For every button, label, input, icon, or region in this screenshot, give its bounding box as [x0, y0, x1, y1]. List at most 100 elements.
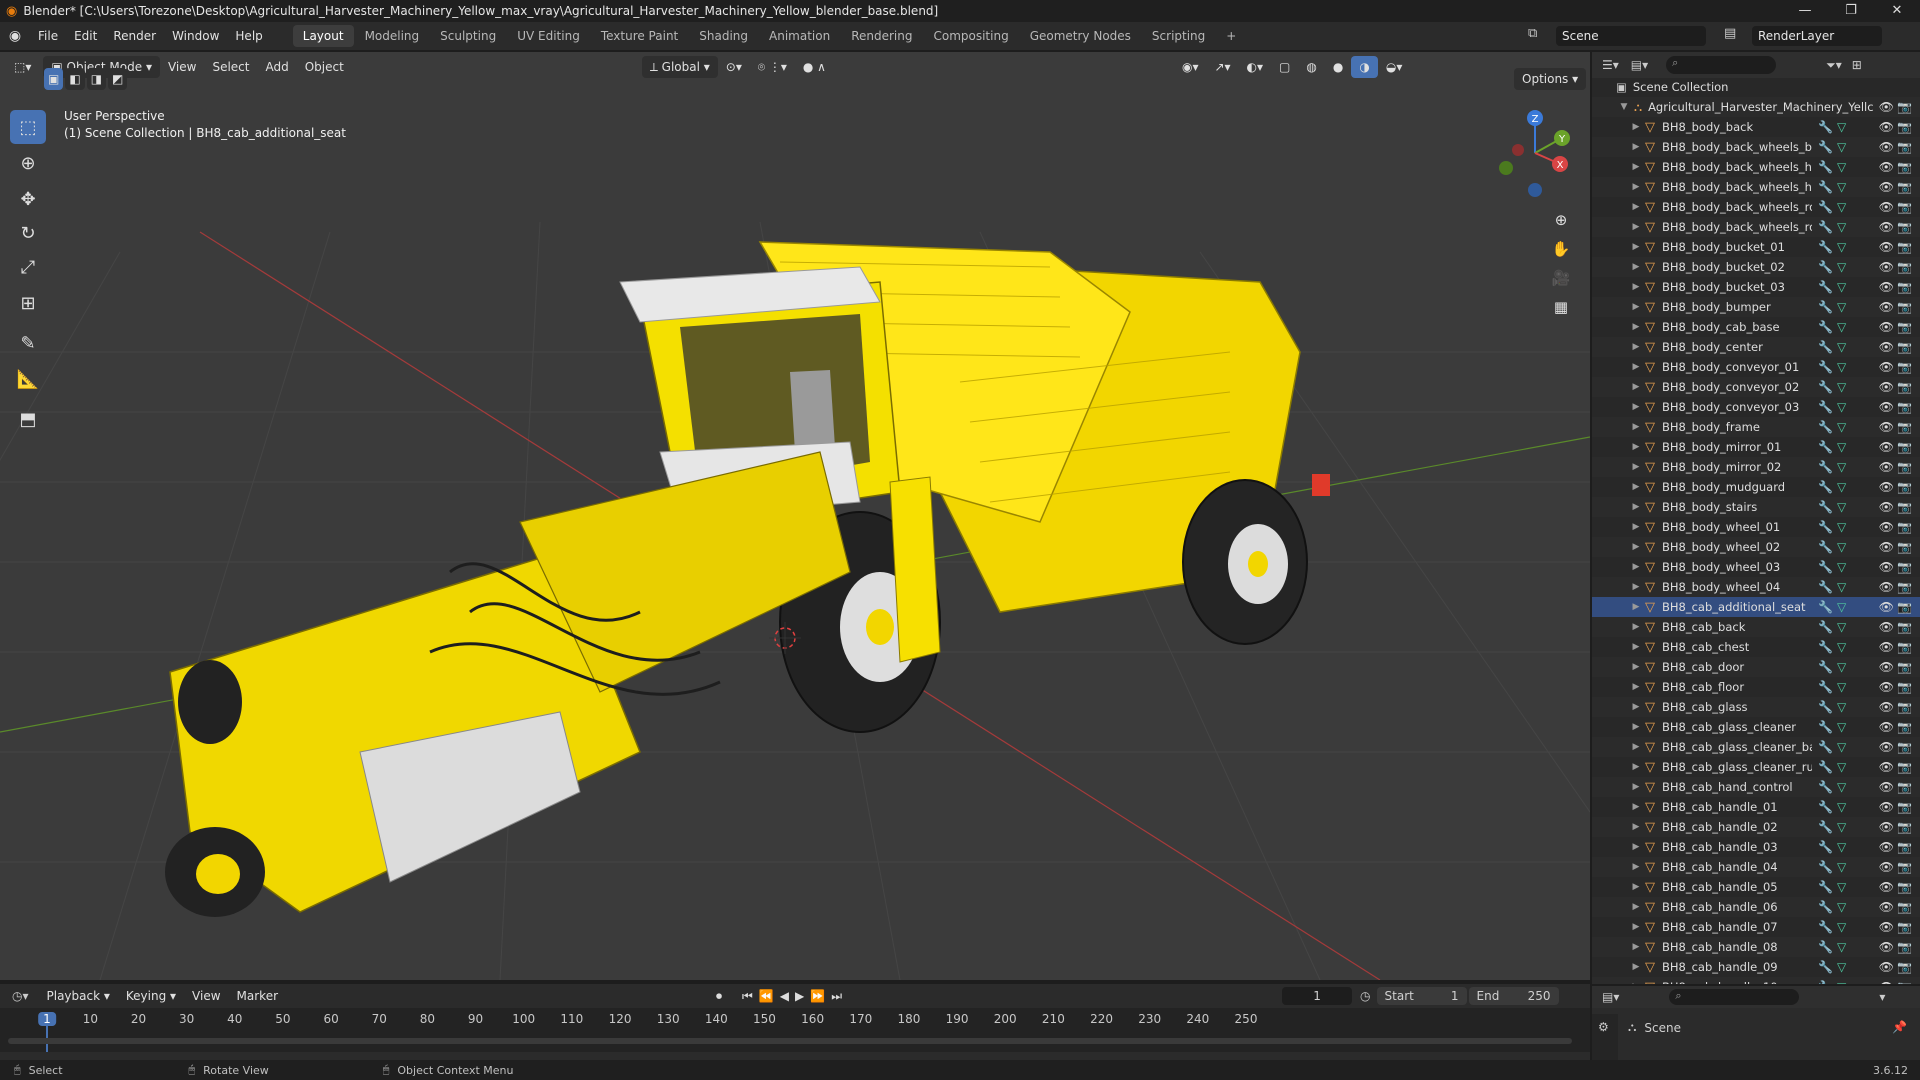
- expand-icon[interactable]: ▶: [1630, 582, 1642, 592]
- outliner-item[interactable]: ▶ ▽ BH8_cab_hand_control 🔧 ▽ 👁 📷: [1592, 777, 1920, 797]
- visibility-eye-icon[interactable]: 👁: [1879, 120, 1894, 134]
- xray-icon[interactable]: ▢: [1271, 56, 1298, 78]
- tab-modeling[interactable]: Modeling: [355, 25, 430, 47]
- render-camera-icon[interactable]: 📷: [1897, 780, 1912, 794]
- jump-keyframe-back-icon[interactable]: ⏪: [759, 989, 774, 1003]
- render-camera-icon[interactable]: 📷: [1897, 180, 1912, 194]
- visibility-eye-icon[interactable]: 👁: [1879, 180, 1894, 194]
- visibility-eye-icon[interactable]: 👁: [1879, 140, 1894, 154]
- blender-menu-icon[interactable]: ◉: [0, 28, 30, 44]
- modifier-icon[interactable]: 🔧: [1818, 920, 1833, 934]
- expand-icon[interactable]: ▶: [1630, 262, 1642, 272]
- mesh-data-icon[interactable]: ▽: [1837, 420, 1846, 434]
- mesh-data-icon[interactable]: ▽: [1837, 640, 1846, 654]
- expand-icon[interactable]: ▶: [1630, 902, 1642, 912]
- ortho-grid-icon[interactable]: ▦: [1547, 293, 1575, 321]
- expand-icon[interactable]: ▶: [1630, 662, 1642, 672]
- render-camera-icon[interactable]: 📷: [1897, 720, 1912, 734]
- outliner-item[interactable]: ▶ ▽ BH8_body_bucket_03 🔧 ▽ 👁 📷: [1592, 277, 1920, 297]
- modifier-icon[interactable]: 🔧: [1818, 420, 1833, 434]
- expand-icon[interactable]: ▶: [1630, 682, 1642, 692]
- modifier-icon[interactable]: 🔧: [1818, 820, 1833, 834]
- jump-start-icon[interactable]: ⏮: [742, 989, 753, 1004]
- expand-icon[interactable]: ▶: [1630, 482, 1642, 492]
- render-camera-icon[interactable]: 📷: [1897, 420, 1912, 434]
- maximize-button[interactable]: ❐: [1828, 0, 1874, 22]
- select-box-tool-icon[interactable]: ⬚: [10, 110, 46, 144]
- tool-settings-icon[interactable]: ⚙: [1598, 1020, 1618, 1034]
- timeline-menu-view[interactable]: View: [184, 985, 228, 1007]
- move-tool-icon[interactable]: ✥: [10, 182, 46, 216]
- visibility-eye-icon[interactable]: 👁: [1879, 840, 1894, 854]
- expand-icon[interactable]: ▶: [1630, 942, 1642, 952]
- properties-search-input[interactable]: ⌕: [1669, 989, 1800, 1005]
- mesh-data-icon[interactable]: ▽: [1837, 980, 1846, 984]
- render-camera-icon[interactable]: 📷: [1897, 260, 1912, 274]
- mesh-data-icon[interactable]: ▽: [1837, 300, 1846, 314]
- mesh-data-icon[interactable]: ▽: [1837, 620, 1846, 634]
- viewport-menu-view[interactable]: View: [160, 56, 204, 78]
- visibility-eye-icon[interactable]: 👁: [1879, 800, 1894, 814]
- modifier-icon[interactable]: 🔧: [1818, 260, 1833, 274]
- camera-view-icon[interactable]: 🎥: [1547, 264, 1575, 292]
- outliner-item[interactable]: ▶ ▽ BH8_cab_handle_08 🔧 ▽ 👁 📷: [1592, 937, 1920, 957]
- overlay-toggle-icon[interactable]: ◐▾: [1239, 56, 1272, 78]
- render-camera-icon[interactable]: 📷: [1897, 500, 1912, 514]
- snap-icon[interactable]: ⌾ ⋮▾: [750, 56, 795, 78]
- expand-icon[interactable]: ▶: [1630, 162, 1642, 172]
- visibility-eye-icon[interactable]: 👁: [1879, 600, 1894, 614]
- gizmo-toggle-icon[interactable]: ↗▾: [1206, 56, 1238, 78]
- modifier-icon[interactable]: 🔧: [1818, 480, 1833, 494]
- shading-wireframe-icon[interactable]: ◍: [1298, 56, 1324, 78]
- render-camera-icon[interactable]: 📷: [1897, 440, 1912, 454]
- expand-icon[interactable]: ▶: [1630, 342, 1642, 352]
- modifier-icon[interactable]: 🔧: [1818, 600, 1833, 614]
- render-camera-icon[interactable]: 📷: [1897, 280, 1912, 294]
- shading-rendered-icon[interactable]: ◒▾: [1378, 56, 1411, 78]
- mesh-data-icon[interactable]: ▽: [1837, 580, 1846, 594]
- properties-options-icon[interactable]: ▾: [1879, 990, 1885, 1004]
- modifier-icon[interactable]: 🔧: [1818, 180, 1833, 194]
- render-camera-icon[interactable]: 📷: [1897, 740, 1912, 754]
- tab-scripting[interactable]: Scripting: [1142, 25, 1215, 47]
- rotate-tool-icon[interactable]: ↻: [10, 216, 46, 250]
- render-camera-icon[interactable]: 📷: [1897, 360, 1912, 374]
- expand-icon[interactable]: ▶: [1630, 882, 1642, 892]
- render-camera-icon[interactable]: 📷: [1897, 700, 1912, 714]
- expand-icon[interactable]: ▶: [1630, 422, 1642, 432]
- render-camera-icon[interactable]: 📷: [1897, 560, 1912, 574]
- render-camera-icon[interactable]: 📷: [1897, 880, 1912, 894]
- outliner-item[interactable]: ▶ ▽ BH8_cab_glass 🔧 ▽ 👁 📷: [1592, 697, 1920, 717]
- expand-icon[interactable]: ▶: [1630, 302, 1642, 312]
- outliner-editor-icon[interactable]: ☰▾: [1602, 58, 1619, 72]
- outliner-item[interactable]: ▶ ▽ BH8_body_wheel_01 🔧 ▽ 👁 📷: [1592, 517, 1920, 537]
- render-camera-icon[interactable]: 📷: [1897, 320, 1912, 334]
- expand-icon[interactable]: ▶: [1630, 542, 1642, 552]
- render-camera-icon[interactable]: 📷: [1897, 540, 1912, 554]
- scene-name-field[interactable]: Scene: [1556, 26, 1706, 46]
- visibility-eye-icon[interactable]: 👁: [1879, 640, 1894, 654]
- modifier-icon[interactable]: 🔧: [1818, 860, 1833, 874]
- play-icon[interactable]: ▶: [795, 989, 804, 1003]
- modifier-icon[interactable]: 🔧: [1818, 900, 1833, 914]
- zoom-icon[interactable]: ⊕: [1547, 206, 1575, 234]
- mesh-data-icon[interactable]: ▽: [1837, 500, 1846, 514]
- outliner-item[interactable]: ▶ ▽ BH8_body_conveyor_03 🔧 ▽ 👁 📷: [1592, 397, 1920, 417]
- outliner-item[interactable]: ▶ ▽ BH8_body_center 🔧 ▽ 👁 📷: [1592, 337, 1920, 357]
- modifier-icon[interactable]: 🔧: [1818, 780, 1833, 794]
- outliner-item[interactable]: ▶ ▽ BH8_cab_chest 🔧 ▽ 👁 📷: [1592, 637, 1920, 657]
- modifier-icon[interactable]: 🔧: [1818, 560, 1833, 574]
- expand-icon[interactable]: ▶: [1630, 202, 1642, 212]
- scale-tool-icon[interactable]: ⤢: [10, 250, 46, 284]
- render-camera-icon[interactable]: 📷: [1897, 460, 1912, 474]
- expand-icon[interactable]: ▶: [1630, 362, 1642, 372]
- expand-icon[interactable]: ▶: [1630, 182, 1642, 192]
- viewport-menu-add[interactable]: Add: [257, 56, 296, 78]
- modifier-icon[interactable]: 🔧: [1818, 980, 1833, 984]
- viewport-menu-select[interactable]: Select: [204, 56, 257, 78]
- timeline-menu-keying[interactable]: Keying ▾: [118, 985, 184, 1007]
- modifier-icon[interactable]: 🔧: [1818, 720, 1833, 734]
- modifier-icon[interactable]: 🔧: [1818, 680, 1833, 694]
- shading-solid-icon[interactable]: ●: [1325, 56, 1351, 78]
- expand-icon[interactable]: ▶: [1630, 462, 1642, 472]
